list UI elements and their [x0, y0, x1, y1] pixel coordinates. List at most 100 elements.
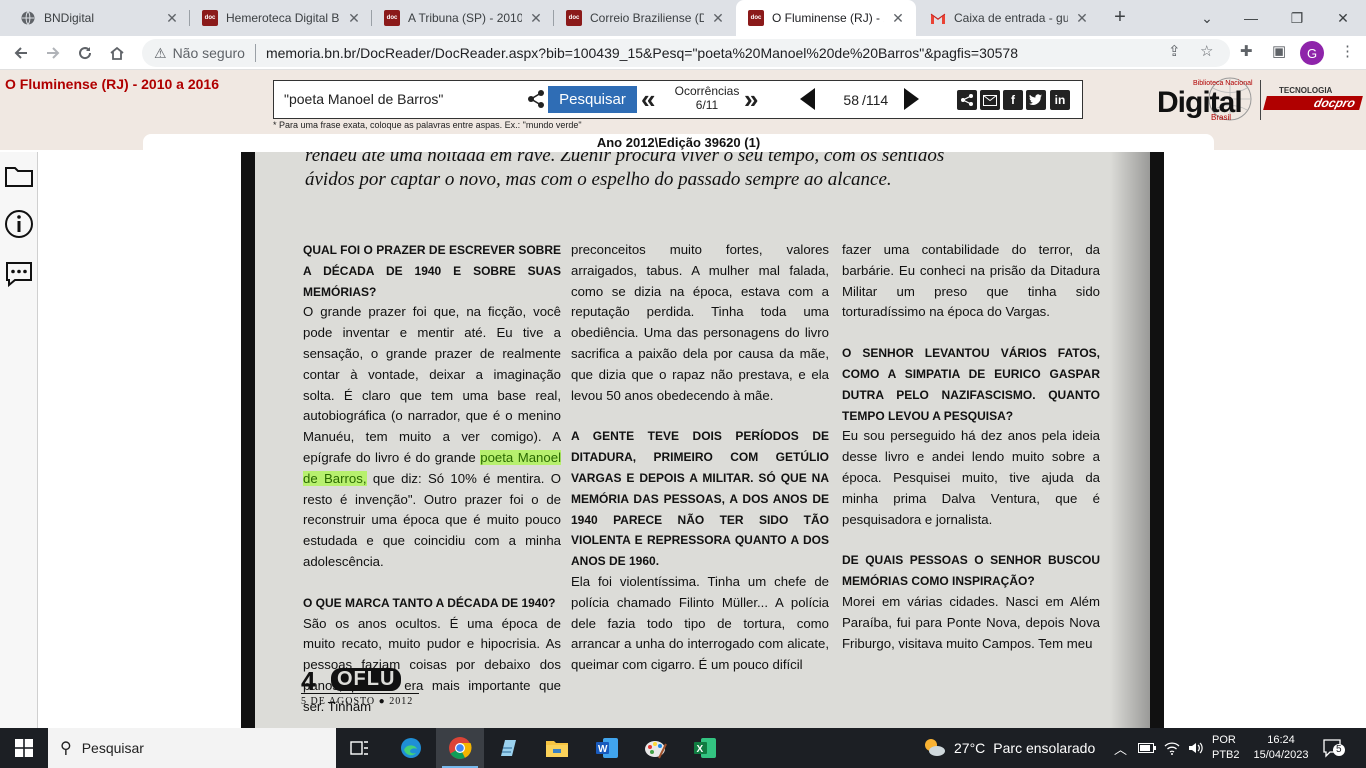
notifications-icon[interactable]: 5	[1322, 738, 1345, 758]
close-icon[interactable]: ✕	[346, 10, 362, 27]
page-total: /114	[862, 92, 889, 108]
minimize-button[interactable]: —	[1228, 0, 1274, 36]
side-panel-icon[interactable]: ▣	[1272, 42, 1286, 60]
chrome-icon[interactable]	[436, 728, 484, 768]
previous-page-icon[interactable]	[800, 88, 815, 110]
notification-count: 5	[1333, 744, 1345, 756]
tool-sidebar	[0, 152, 38, 728]
search-input[interactable]	[278, 85, 522, 113]
restore-button[interactable]: ❐	[1274, 0, 1320, 36]
page-scan[interactable]: rendeu até uma noitada em rave. Zuenir p…	[241, 152, 1164, 728]
interview-question: O que marca tanto a década de 1940?	[303, 595, 556, 610]
share-page-icon[interactable]: ⇪	[1168, 42, 1181, 60]
battery-icon[interactable]	[1138, 728, 1156, 768]
close-icon[interactable]: ✕	[1074, 10, 1090, 27]
article-column-2: preconceitos muito fortes, valores arrai…	[571, 240, 829, 696]
close-icon[interactable]: ✕	[710, 10, 726, 27]
document-viewer[interactable]: rendeu até uma noitada em rave. Zuenir p…	[38, 152, 1366, 728]
search-panel: Pesquisar « Ocorrências 6/11 » /114 f in	[273, 80, 1083, 119]
file-explorer-icon[interactable]	[533, 728, 581, 768]
next-page-icon[interactable]	[904, 88, 919, 110]
oflu-logo: OFLU	[331, 668, 402, 691]
tab-title: A Tribuna (SP) - 2010	[408, 11, 522, 25]
occurrences-value: 6/11	[695, 98, 719, 112]
tab-a-tribuna[interactable]: doc A Tribuna (SP) - 2010 ✕	[372, 0, 554, 36]
facebook-icon[interactable]: f	[1003, 90, 1023, 110]
weather-widget[interactable]: 27°C Parc ensolarado	[922, 728, 1095, 768]
security-label[interactable]: Não seguro	[173, 45, 245, 61]
info-icon[interactable]	[4, 209, 34, 239]
weather-temp: 27°C	[954, 740, 986, 756]
forward-icon[interactable]	[40, 40, 66, 66]
tab-title: Caixa de entrada - gu	[954, 11, 1068, 25]
show-hidden-icons-icon[interactable]: ︿	[1114, 728, 1127, 768]
bookmark-star-icon[interactable]: ☆	[1200, 42, 1213, 60]
article-column-3: fazer uma contabilidade do terror, da ba…	[842, 240, 1100, 674]
browser-tab-strip: BNDigital ✕ doc Hemeroteca Digital Br ✕ …	[0, 0, 1366, 36]
page-number-input[interactable]	[819, 86, 861, 113]
share-icon[interactable]	[957, 90, 977, 110]
close-window-button[interactable]: ✕	[1320, 0, 1366, 36]
bn-digital-logo: Biblioteca Nacional Digital Brasil	[1157, 77, 1253, 122]
address-bar[interactable]: ⚠ Não seguro memoria.bn.br/DocReader/Doc…	[142, 39, 1230, 67]
tab-o-fluminense[interactable]: doc O Fluminense (RJ) - 20 ✕	[736, 0, 916, 36]
docpro-logo: TECNOLOGIA docpro	[1263, 84, 1365, 114]
svg-text:W: W	[598, 744, 608, 755]
system-clock[interactable]: 16:24 15/04/2023	[1248, 733, 1314, 763]
home-icon[interactable]	[104, 40, 130, 66]
gmail-icon	[930, 10, 946, 26]
taskbar-search-placeholder: Pesquisar	[81, 740, 144, 756]
linkedin-icon[interactable]: in	[1050, 90, 1070, 110]
notepad-icon[interactable]	[484, 728, 532, 768]
docreader-icon: doc	[202, 10, 218, 26]
reload-icon[interactable]	[72, 40, 98, 66]
interview-answer: Eu sou perseguido há dez anos pela ideia…	[842, 428, 1100, 527]
interview-question: De quais pessoas o senhor buscou memória…	[842, 553, 1100, 589]
globe-icon	[20, 10, 36, 26]
paint-icon[interactable]	[632, 728, 680, 768]
occurrences-label: Ocorrências	[674, 84, 740, 98]
next-occurrence-icon[interactable]: »	[744, 86, 758, 112]
close-icon[interactable]: ✕	[890, 10, 906, 27]
edge-icon[interactable]	[387, 728, 435, 768]
tab-hemeroteca[interactable]: doc Hemeroteca Digital Br ✕	[190, 0, 372, 36]
folder-icon[interactable]	[4, 161, 34, 191]
word-icon[interactable]: W	[583, 728, 631, 768]
chevron-down-icon[interactable]: ⌄	[1184, 0, 1230, 36]
previous-occurrence-icon[interactable]: «	[641, 86, 655, 112]
profile-avatar[interactable]: G	[1300, 41, 1324, 65]
windows-taskbar: ⚲ Pesquisar W X 27°C Parc ensolarado ︿ P…	[0, 728, 1366, 768]
occurrences-counter: Ocorrências 6/11	[662, 84, 752, 112]
url-text[interactable]: memoria.bn.br/DocReader/DocReader.aspx?b…	[266, 45, 1018, 61]
browser-toolbar: ⚠ Não seguro memoria.bn.br/DocReader/Doc…	[0, 36, 1366, 70]
twitter-icon[interactable]	[1026, 90, 1046, 110]
search-button[interactable]: Pesquisar	[548, 86, 637, 113]
interview-question: A gente teve dois períodos de ditadura, …	[571, 429, 829, 569]
tab-gmail[interactable]: Caixa de entrada - gu ✕	[918, 0, 1100, 36]
tab-correio-braziliense[interactable]: doc Correio Braziliense (DF ✕	[554, 0, 736, 36]
svg-text:X: X	[697, 744, 704, 755]
wifi-icon[interactable]	[1164, 728, 1180, 768]
interview-answer: fazer uma contabilidade do terror, da ba…	[842, 242, 1100, 320]
kebab-menu-icon[interactable]: ⋮	[1340, 42, 1355, 60]
email-icon[interactable]	[980, 90, 1000, 110]
edition-label: Ano 2012\Edição 39620 (1)	[143, 134, 1214, 152]
close-icon[interactable]: ✕	[164, 10, 180, 27]
close-icon[interactable]: ✕	[528, 10, 544, 27]
tab-title: Hemeroteca Digital Br	[226, 11, 340, 25]
input-language[interactable]: POR PTB2	[1212, 733, 1240, 763]
extensions-puzzle-icon[interactable]: ✚	[1240, 42, 1253, 60]
windows-start-icon[interactable]	[0, 728, 48, 768]
excel-icon[interactable]: X	[681, 728, 729, 768]
tab-bndigital[interactable]: BNDigital ✕	[8, 0, 190, 36]
share-icon[interactable]	[526, 89, 546, 109]
article-intro: rendeu até uma noitada em rave. Zuenir p…	[305, 152, 945, 190]
new-tab-button[interactable]: +	[1108, 6, 1132, 30]
back-icon[interactable]	[8, 40, 34, 66]
interview-answer: Ela foi violentíssima. Tinha um chefe de…	[571, 573, 829, 673]
warning-icon[interactable]: ⚠	[154, 45, 167, 62]
taskbar-search[interactable]: ⚲ Pesquisar	[48, 728, 336, 768]
task-view-icon[interactable]	[336, 728, 384, 768]
volume-icon[interactable]	[1188, 728, 1204, 768]
comments-icon[interactable]	[4, 259, 34, 289]
